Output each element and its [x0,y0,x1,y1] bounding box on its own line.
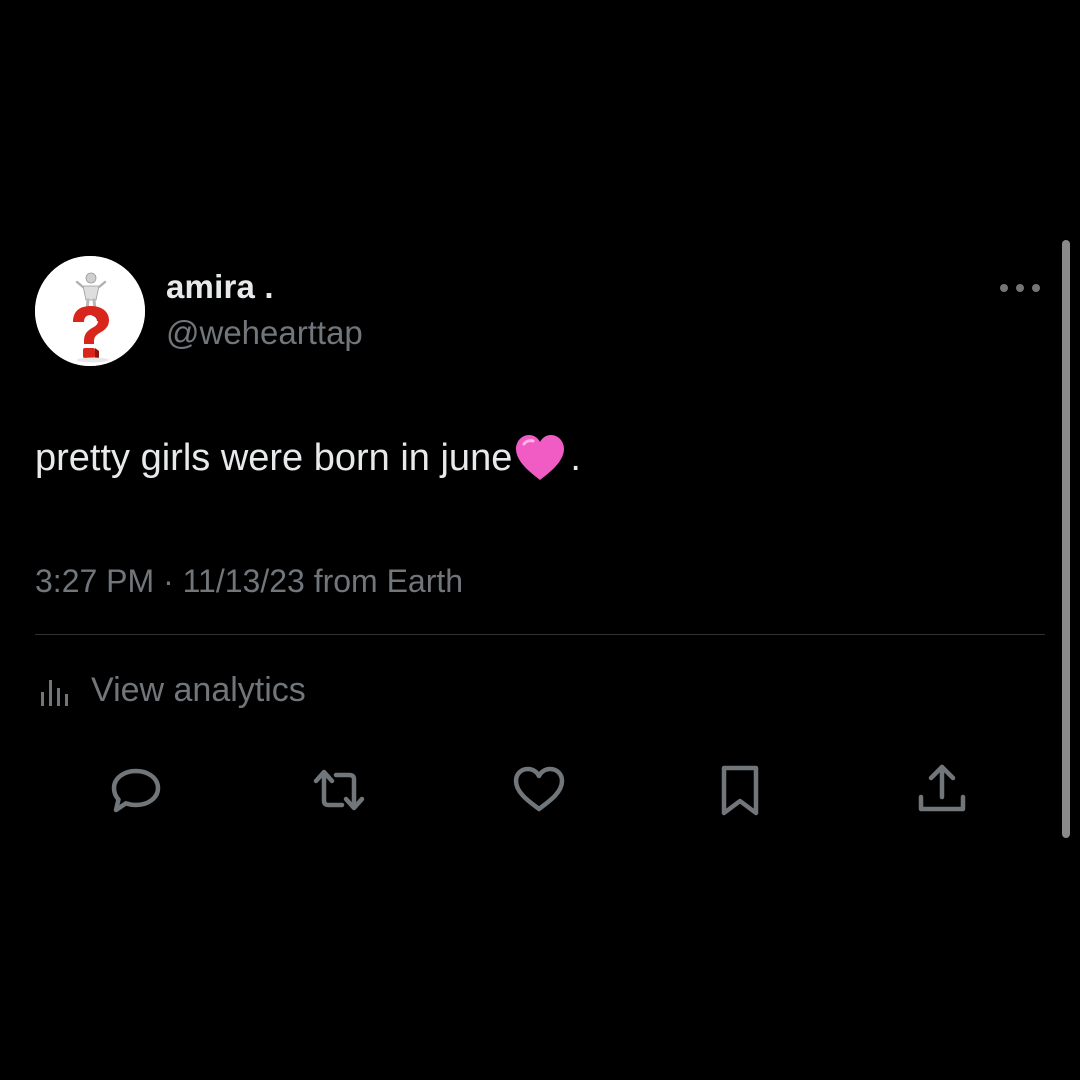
scrollbar[interactable] [1062,240,1070,838]
reply-icon [111,768,161,813]
tweet-text-trailing: . [570,436,581,479]
retweet-icon [313,769,365,811]
tweet-date[interactable]: 11/13/23 [183,563,305,599]
like-button[interactable] [507,758,571,822]
share-icon [918,764,966,812]
display-name[interactable]: amira . [166,268,274,306]
reply-button[interactable] [104,758,168,822]
more-dots-icon [1000,284,1040,292]
tweet-meta: 3:27 PM · 11/13/23 from Earth [35,563,463,600]
pink-heart-emoji-icon [512,432,568,484]
heart-icon [513,766,565,812]
tweet-text: pretty girls were born in june . [35,432,581,484]
tweet-text-body: pretty girls were born in june [35,436,513,479]
retweet-button[interactable] [307,758,371,822]
view-analytics-link[interactable]: View analytics [35,668,306,712]
tweet-card: amira . @wehearttap pretty girls were bo… [0,0,1080,1080]
analytics-icon [41,680,68,706]
action-bar [0,758,1080,822]
avatar[interactable] [35,256,145,366]
user-handle[interactable]: @wehearttap [166,314,363,352]
meta-separator: · [163,563,174,599]
view-analytics-label: View analytics [91,670,306,709]
question-mark-figure-image [35,256,145,366]
bookmark-icon [721,765,759,816]
more-options-button[interactable] [996,274,1044,302]
tweet-source: from Earth [313,563,464,599]
bookmark-button[interactable] [708,758,772,822]
tweet-time[interactable]: 3:27 PM [35,563,154,599]
divider [35,634,1045,635]
share-button[interactable] [910,758,974,822]
